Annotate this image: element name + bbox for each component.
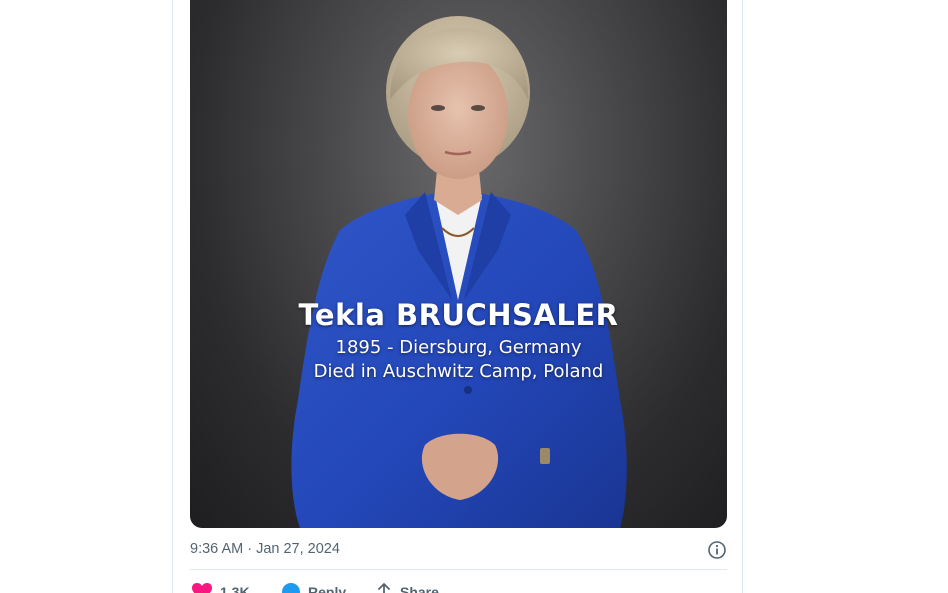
reply-bubble-icon <box>282 583 300 593</box>
like-button[interactable]: 1.3K <box>192 580 250 593</box>
tweet-video[interactable]: Tekla BRUCHSALER 1895 - Diersburg, Germa… <box>190 0 727 528</box>
video-overlay-name: Tekla BRUCHSALER <box>298 298 619 332</box>
like-count: 1.3K <box>220 584 250 593</box>
tweet-meta: 9:36 AM · Jan 27, 2024 <box>190 540 727 560</box>
share-button[interactable]: Share <box>376 580 439 593</box>
info-icon[interactable] <box>707 540 727 560</box>
reply-label: Reply <box>308 584 347 593</box>
heart-icon <box>192 583 212 593</box>
share-label: Share <box>400 584 439 593</box>
video-overlay-birth: 1895 - Diersburg, Germany <box>335 337 582 358</box>
page: Tekla BRUCHSALER 1895 - Diersburg, Germa… <box>0 0 948 593</box>
tweet-actions: 1.3K Reply Share <box>190 580 727 593</box>
share-icon <box>378 583 390 593</box>
tweet-timestamp[interactable]: 9:36 AM · Jan 27, 2024 <box>190 541 340 557</box>
tweet-card: Tekla BRUCHSALER 1895 - Diersburg, Germa… <box>172 0 743 593</box>
reply-button[interactable]: Reply <box>282 580 346 593</box>
video-frame-figure <box>291 16 627 528</box>
divider <box>190 569 727 570</box>
video-overlay-death: Died in Auschwitz Camp, Poland <box>313 361 604 382</box>
